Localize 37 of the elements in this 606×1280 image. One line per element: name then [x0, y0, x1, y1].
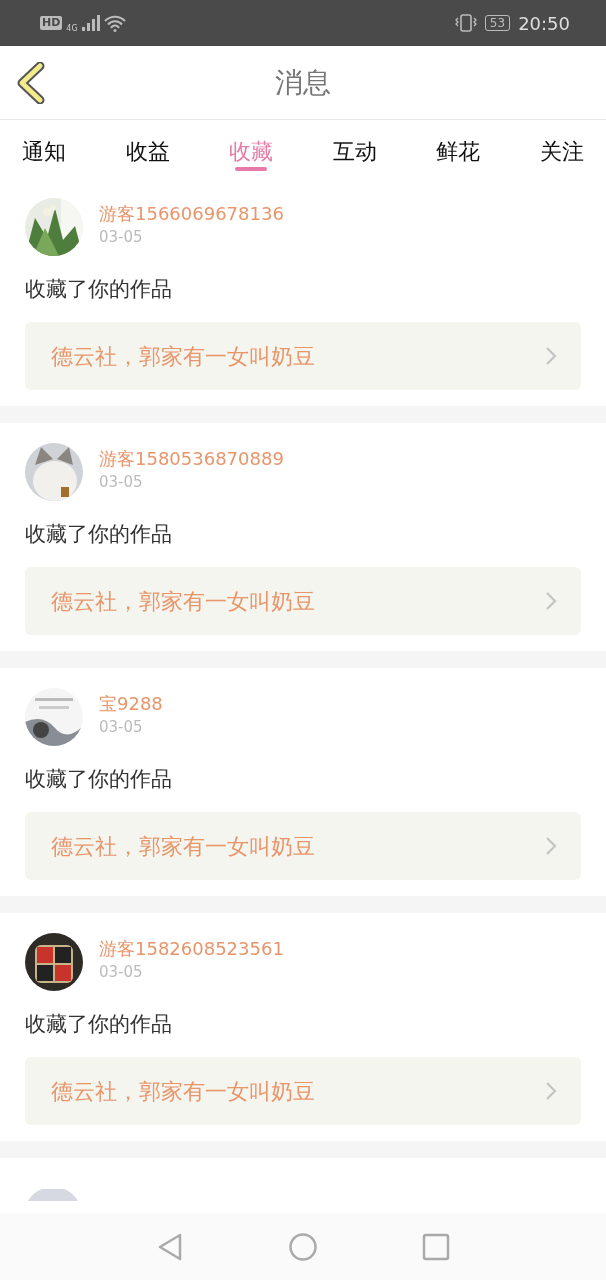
message-date: 03-05 — [99, 227, 143, 248]
tab[interactable]: 鲜花 — [424, 123, 493, 175]
tab[interactable]: 关注 — [527, 123, 596, 175]
user-name[interactable]: 宝9288 — [99, 692, 163, 716]
home-nav-button[interactable] — [288, 1231, 318, 1262]
vibrate-icon — [454, 14, 477, 32]
signal-icon — [81, 15, 100, 31]
message-text: 收藏了你的作品 — [25, 276, 173, 303]
message-date: 03-05 — [99, 717, 143, 738]
tab[interactable]: 收益 — [113, 123, 182, 175]
tab[interactable]: 通知 — [10, 123, 78, 175]
page-title: 消息 — [275, 64, 331, 101]
wifi-icon — [103, 14, 126, 32]
message-date: 03-05 — [99, 472, 143, 493]
battery-level: 53 — [484, 15, 511, 31]
chevron-right-icon — [545, 346, 557, 366]
work-link[interactable]: 德云社，郭家有一女叫奶豆 — [25, 322, 581, 390]
user-name[interactable]: 游客1566069678136 — [99, 202, 284, 226]
work-link[interactable]: 德云社，郭家有一女叫奶豆 — [25, 812, 581, 880]
message-date: 03-05 — [99, 962, 143, 983]
message-text: 收藏了你的作品 — [25, 766, 173, 793]
back-nav-button[interactable] — [156, 1231, 184, 1262]
recents-nav-button[interactable] — [422, 1232, 450, 1261]
message-text: 收藏了你的作品 — [25, 521, 173, 548]
work-link[interactable]: 德云社，郭家有一女叫奶豆 — [25, 567, 581, 635]
clock: 20:50 — [518, 11, 570, 36]
message-text: 收藏了你的作品 — [25, 1011, 173, 1038]
network-type: 4G — [66, 23, 78, 35]
tab[interactable]: 互动 — [320, 123, 389, 175]
tab[interactable]: 收藏 — [217, 123, 286, 175]
chevron-right-icon — [545, 836, 557, 856]
hd-indicator: HD — [40, 16, 63, 30]
chevron-right-icon — [545, 591, 557, 611]
chevron-right-icon — [545, 1081, 557, 1101]
user-name[interactable]: 游客1582608523561 — [99, 937, 284, 961]
user-name[interactable]: 游客1580536870889 — [99, 447, 284, 471]
work-link[interactable]: 德云社，郭家有一女叫奶豆 — [25, 1057, 581, 1125]
